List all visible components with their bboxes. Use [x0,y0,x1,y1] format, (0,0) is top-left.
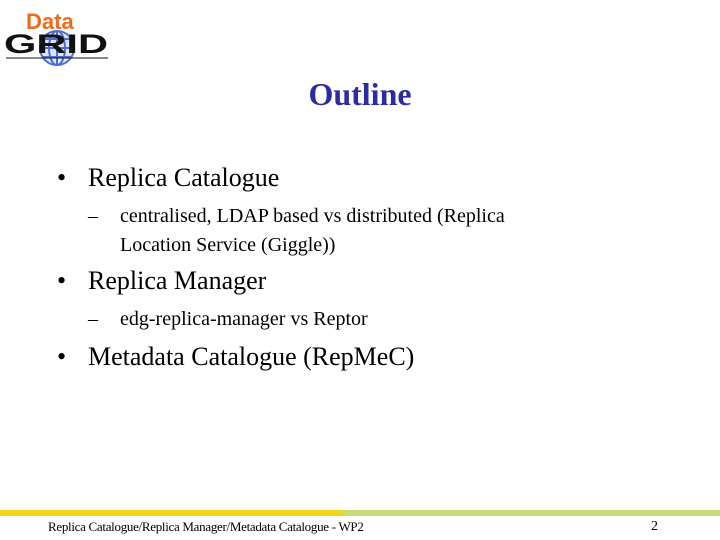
page-number: 2 [651,519,658,534]
footer-caption: Replica Catalogue/Replica Manager/Metada… [48,519,364,534]
bullet-item: • Metadata Catalogue (RepMeC) [57,342,415,372]
sub-bullet-marker: – [88,308,98,330]
sub-bullet-item: – edg-replica-manager vs Reptor [88,305,368,334]
logo-data-text: Data [26,9,74,34]
bullet-marker: • [57,163,67,192]
bullet-marker: • [57,266,67,295]
bullet-text: Replica Catalogue [88,163,280,192]
footer-bar-yellow [0,510,344,516]
bullet-text: Replica Manager [88,266,267,295]
datagrid-logo: GRID Data [2,6,112,68]
bullet-text: Metadata Catalogue (RepMeC) [88,342,415,371]
bullet-marker: • [57,342,67,371]
slide-title-text: Outline [308,76,412,112]
slide-title: Outline [0,76,720,113]
footer-bar-green [344,510,720,516]
sub-bullet-line: edg-replica-manager vs Reptor [120,308,368,330]
sub-bullet-marker: – [88,205,98,227]
bullet-item: • Replica Manager [57,266,267,296]
globe-icon: GRID Data [4,9,108,66]
sub-bullet-line: Location Service (Giggle)) [120,234,336,256]
bullet-item: • Replica Catalogue [57,163,280,193]
sub-bullet-item: – centralised, LDAP based vs distributed… [88,202,505,260]
sub-bullet-line: centralised, LDAP based vs distributed (… [120,205,505,227]
footer-divider-bar [0,510,720,516]
